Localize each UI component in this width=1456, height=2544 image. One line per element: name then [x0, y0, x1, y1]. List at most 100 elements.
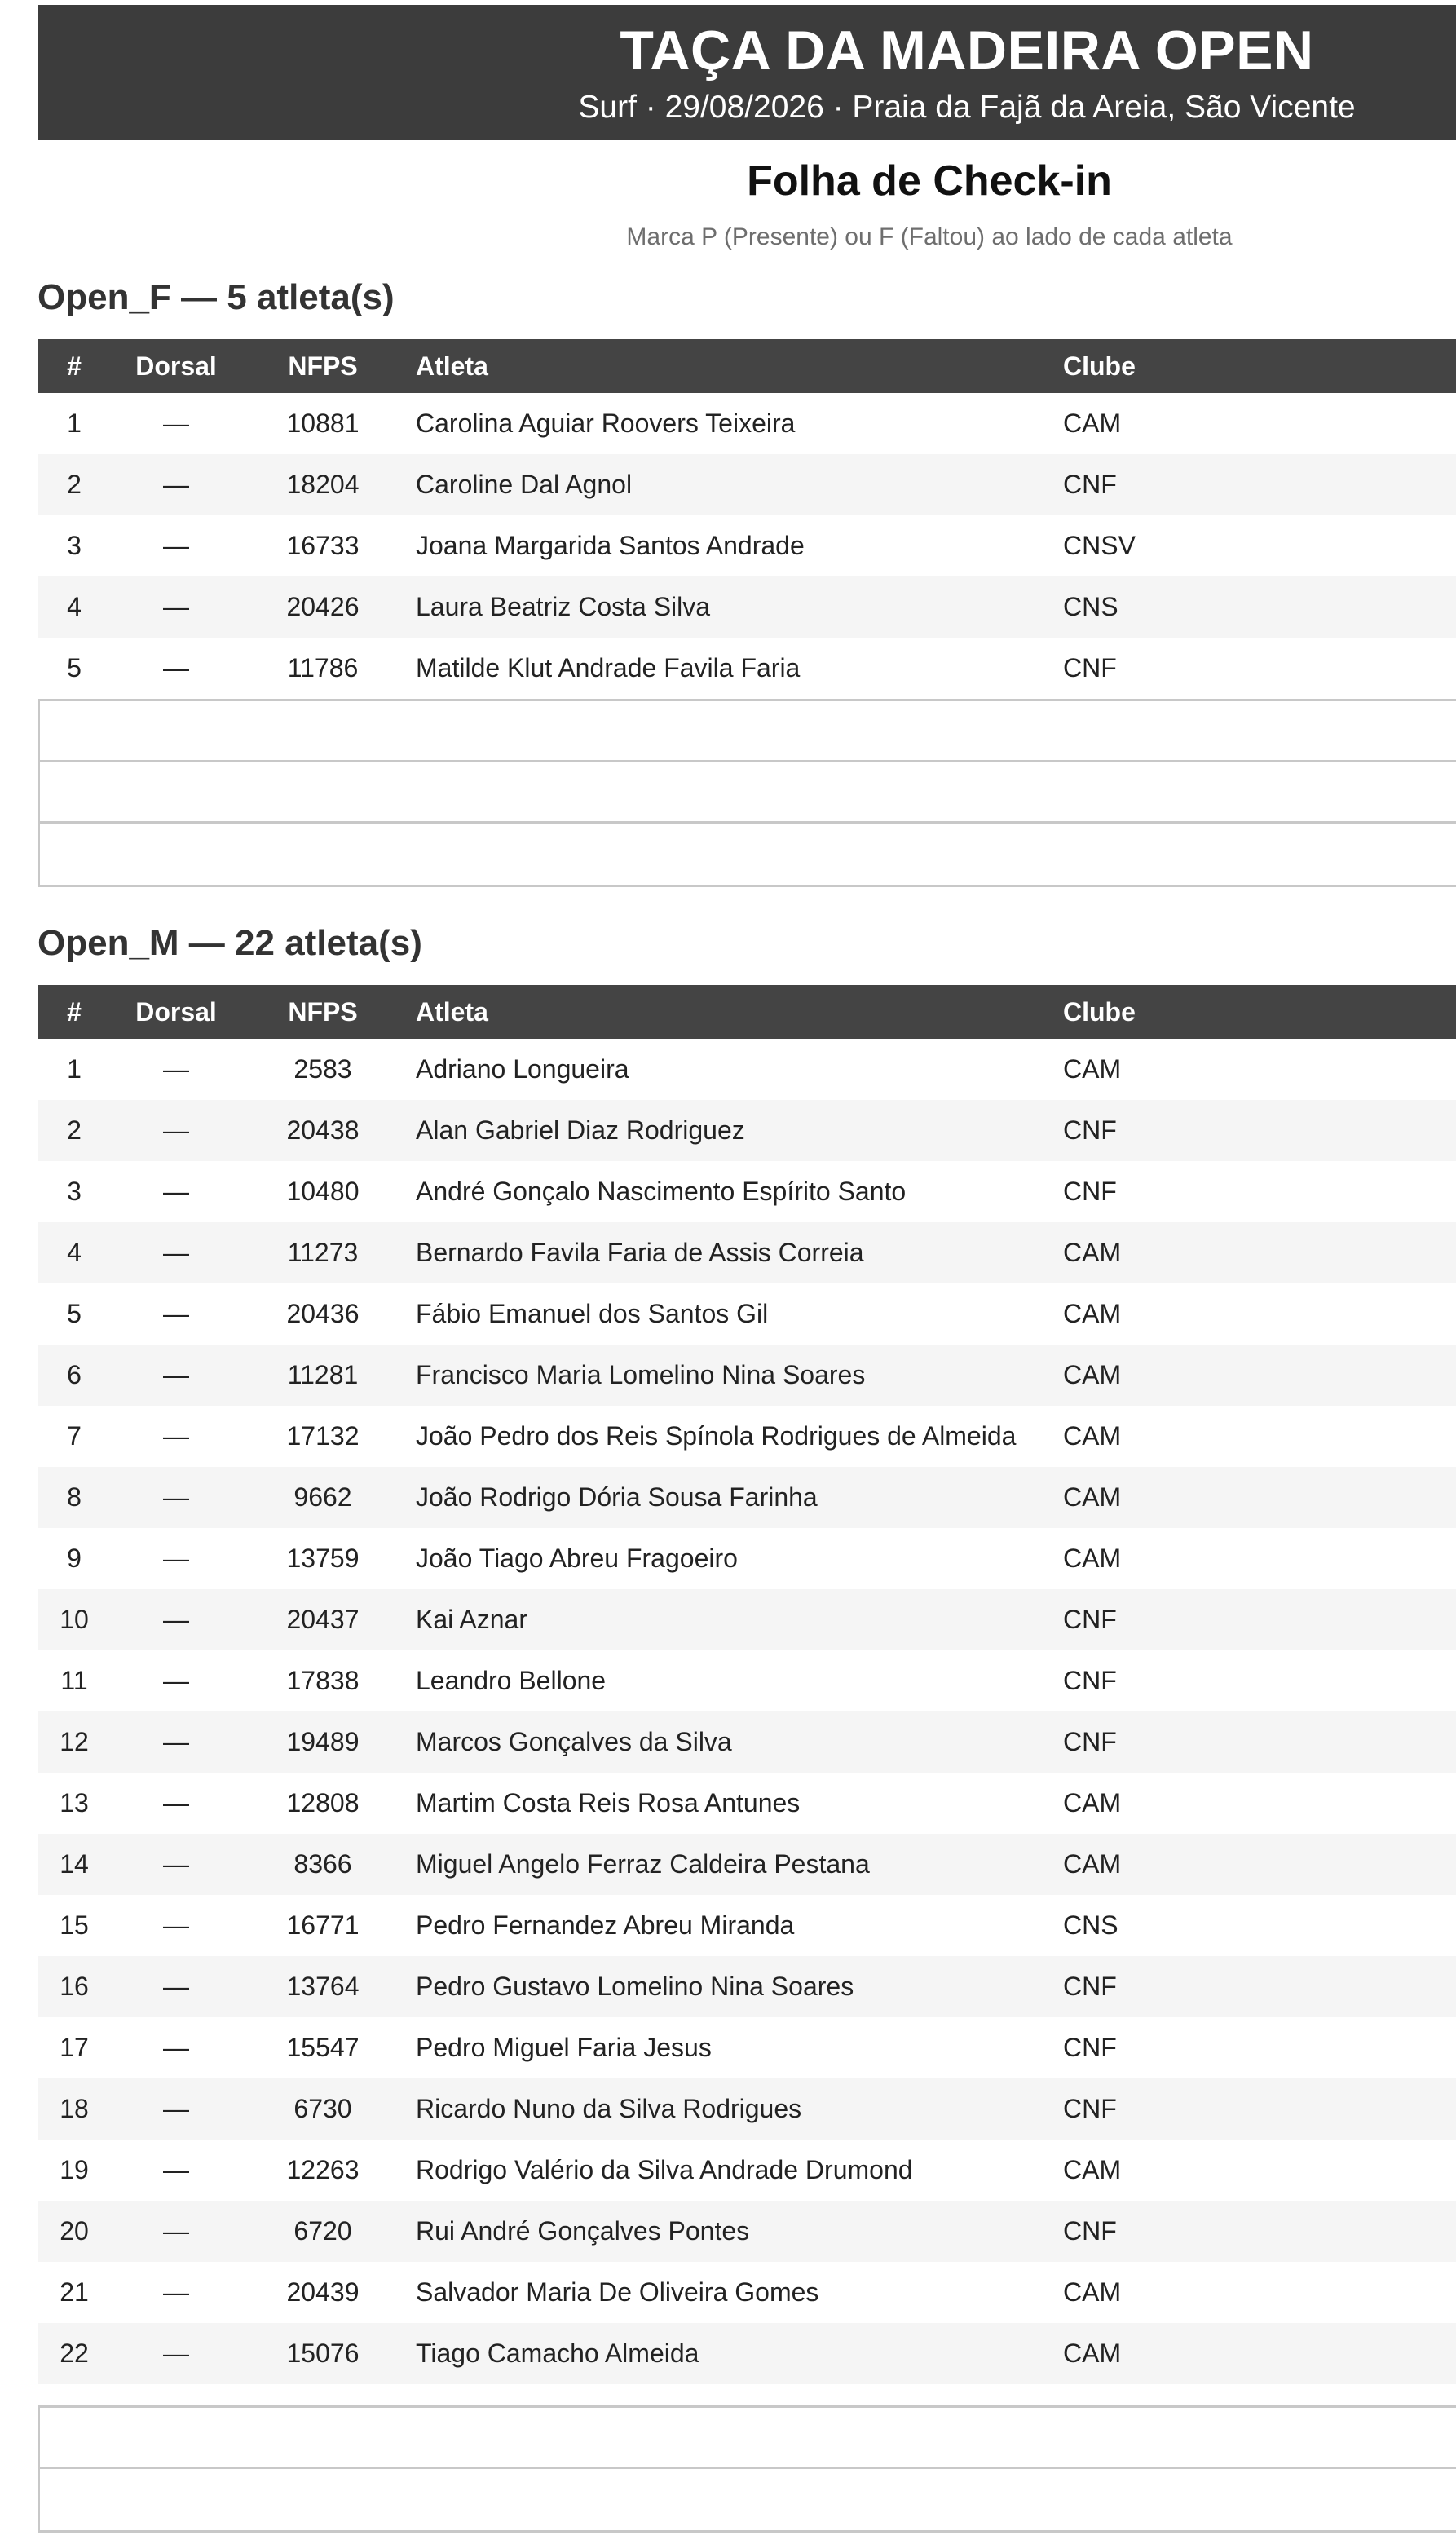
cell-nfps: 8366	[293, 1849, 352, 1879]
cell-number: 1	[67, 409, 82, 438]
blank-entry-row[interactable]	[40, 824, 1456, 885]
cell-club: CAM	[1063, 2155, 1122, 2184]
table-row: 5 — 20436 Fábio Emanuel dos Santos Gil CAM	[38, 1283, 1456, 1345]
cell-club: CNF	[1063, 2094, 1117, 2123]
cell-nfps: 20439	[286, 2277, 360, 2307]
table-row: 12 — 19489 Marcos Gonçalves da Silva CNF	[38, 1711, 1456, 1773]
cell-dorsal: —	[163, 592, 189, 621]
cell-nfps: 2583	[293, 1054, 352, 1084]
cell-dorsal: —	[163, 1666, 189, 1695]
table-header-row: # Dorsal NFPS Atleta Clube	[38, 985, 1456, 1039]
cell-dorsal: —	[163, 1544, 189, 1573]
cell-club: CAM	[1063, 1054, 1122, 1084]
cell-club: CAM	[1063, 1482, 1122, 1512]
blank-entry-box-open-m	[38, 2405, 1456, 2533]
cell-nfps: 12808	[286, 1788, 360, 1817]
cell-dorsal: —	[163, 2277, 189, 2307]
cell-club: CAM	[1063, 2339, 1122, 2368]
cell-dorsal: —	[163, 470, 189, 499]
table-header-row: # Dorsal NFPS Atleta Clube	[38, 339, 1456, 393]
cell-dorsal: —	[163, 1727, 189, 1756]
cell-number: 11	[60, 1666, 88, 1695]
cell-club: CNS	[1063, 592, 1118, 621]
blank-entry-row[interactable]	[40, 762, 1456, 824]
cell-athlete: Miguel Angelo Ferraz Caldeira Pestana	[416, 1849, 870, 1879]
cell-athlete: Rui André Gonçalves Pontes	[416, 2216, 750, 2246]
cell-dorsal: —	[163, 1177, 189, 1206]
cell-athlete: João Tiago Abreu Fragoeiro	[416, 1544, 738, 1573]
cell-club: CNF	[1063, 653, 1117, 682]
cell-dorsal: —	[163, 1360, 189, 1389]
table-row: 3 — 10480 André Gonçalo Nascimento Espírito…	[38, 1161, 1456, 1222]
cell-number: 17	[60, 2033, 89, 2062]
table-row: 20 — 6720 Rui André Gonçalves Pontes CNF	[38, 2201, 1456, 2262]
table-row: 18 — 6730 Ricardo Nuno da Silva Rodrigues CN…	[38, 2078, 1456, 2140]
cell-athlete: Ricardo Nuno da Silva Rodrigues	[416, 2094, 802, 2123]
cell-athlete: Tiago Camacho Almeida	[416, 2339, 699, 2368]
column-header-number: #	[67, 996, 82, 1027]
table-row: 14 — 8366 Miguel Angelo Ferraz Caldeira Pes…	[38, 1834, 1456, 1895]
cell-number: 12	[60, 1727, 89, 1756]
column-header-athlete: Atleta	[416, 996, 488, 1027]
cell-dorsal: —	[163, 1605, 189, 1634]
table-row: 13 — 12808 Martim Costa Reis Rosa Antunes CA…	[38, 1773, 1456, 1834]
cell-nfps: 16733	[286, 531, 360, 560]
blank-entry-row[interactable]	[40, 2469, 1456, 2530]
cell-athlete: Bernardo Favila Faria de Assis Correia	[416, 1238, 864, 1267]
cell-dorsal: —	[163, 1910, 189, 1940]
cell-club: CNF	[1063, 1972, 1117, 2001]
column-header-dorsal: Dorsal	[135, 351, 217, 381]
cell-athlete: Adriano Longueira	[416, 1054, 629, 1084]
cell-athlete: Pedro Gustavo Lomelino Nina Soares	[416, 1972, 854, 2001]
event-header: TAÇA DA MADEIRA OPEN Surf · 29/08/2026 ·…	[38, 5, 1456, 140]
blank-entry-row[interactable]	[40, 2408, 1456, 2469]
cell-nfps: 20426	[286, 592, 360, 621]
cell-number: 7	[67, 1421, 82, 1451]
sheet-title: Folha de Check-in	[747, 157, 1112, 205]
cell-number: 6	[67, 1360, 82, 1389]
cell-number: 14	[60, 1849, 89, 1879]
cell-dorsal: —	[163, 1849, 189, 1879]
table-row: 8 — 9662 João Rodrigo Dória Sousa Farinha CA…	[38, 1467, 1456, 1528]
cell-athlete: Kai Aznar	[416, 1605, 527, 1634]
table-row: 6 — 11281 Francisco Maria Lomelino Nina Soa…	[38, 1345, 1456, 1406]
cell-athlete: Francisco Maria Lomelino Nina Soares	[416, 1360, 866, 1389]
cell-number: 21	[60, 2277, 89, 2307]
cell-nfps: 13759	[286, 1544, 360, 1573]
table-row: 7 — 17132 João Pedro dos Reis Spínola Rodri…	[38, 1406, 1456, 1467]
checkin-table-open-m: # Dorsal NFPS Atleta Clube 1—2583 Adriano…	[38, 985, 1456, 2384]
cell-nfps: 10480	[286, 1177, 360, 1206]
cell-nfps: 18204	[286, 470, 360, 499]
table-row: 15 — 16771 Pedro Fernandez Abreu Miranda CNS	[38, 1895, 1456, 1956]
column-header-athlete: Atleta	[416, 351, 488, 381]
cell-dorsal: —	[163, 2155, 189, 2184]
blank-entry-box-open-f	[38, 699, 1456, 887]
cell-club: CAM	[1063, 1849, 1122, 1879]
cell-number: 4	[67, 592, 82, 621]
cell-dorsal: —	[163, 1788, 189, 1817]
cell-nfps: 17132	[286, 1421, 360, 1451]
cell-dorsal: —	[163, 2339, 189, 2368]
cell-athlete: Pedro Fernandez Abreu Miranda	[416, 1910, 795, 1940]
event-subtitle: Surf · 29/08/2026 · Praia da Fajã da Are…	[578, 90, 1356, 125]
cell-number: 2	[67, 1115, 82, 1145]
cell-club: CNF	[1063, 1666, 1117, 1695]
table-row: 1 — 10881 Carolina Aguiar Roovers Teixeira C…	[38, 393, 1456, 454]
cell-number: 3	[67, 1177, 82, 1206]
cell-number: 5	[67, 1299, 82, 1328]
cell-dorsal: —	[163, 1238, 189, 1267]
cell-athlete: João Pedro dos Reis Spínola Rodrigues de…	[416, 1421, 1017, 1451]
table-row: 19 — 12263 Rodrigo Valério da Silva Andrade…	[38, 2140, 1456, 2201]
column-header-club: Clube	[1063, 996, 1136, 1027]
table-row: 3 — 16733 Joana Margarida Santos Andrade CNS…	[38, 515, 1456, 576]
blank-entry-row[interactable]	[40, 701, 1456, 762]
cell-number: 16	[60, 1972, 89, 2001]
cell-club: CNF	[1063, 2033, 1117, 2062]
cell-nfps: 6730	[293, 2094, 352, 2123]
cell-athlete: Carolina Aguiar Roovers Teixeira	[416, 409, 796, 438]
cell-club: CNF	[1063, 1727, 1117, 1756]
cell-number: 19	[60, 2155, 89, 2184]
table-row: 11 — 17838 Leandro Bellone CNF	[38, 1650, 1456, 1711]
cell-dorsal: —	[163, 2033, 189, 2062]
table-row: 5 — 11786 Matilde Klut Andrade Favila Faria…	[38, 638, 1456, 699]
